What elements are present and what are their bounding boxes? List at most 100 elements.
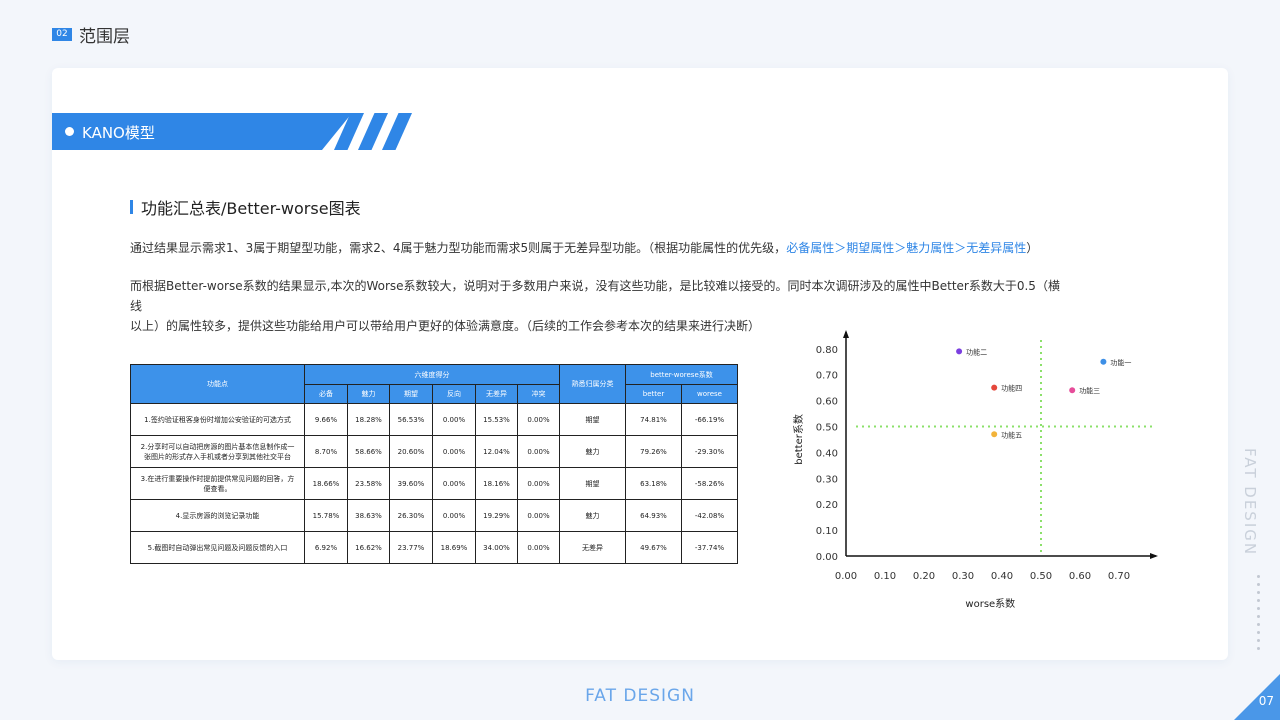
point-label: 功能五 bbox=[1001, 430, 1022, 439]
data-point bbox=[991, 384, 998, 391]
summary-paragraph-1: 通过结果显示需求1、3属于期望型功能，需求2、4属于魅力型功能而需求5则属于无差… bbox=[130, 238, 1060, 258]
cell-better: 64.93% bbox=[625, 499, 682, 532]
kano-banner: KANO模型 bbox=[52, 113, 412, 150]
cell-feature: 5.截图时自动弹出常见问题及问题反馈的入口 bbox=[130, 531, 305, 564]
y-tick-label: 0.70 bbox=[816, 371, 838, 382]
cell-worse: -66.19% bbox=[681, 403, 738, 436]
data-point bbox=[1100, 358, 1107, 365]
cell-better: 74.81% bbox=[625, 403, 682, 436]
y-tick-label: 0.80 bbox=[816, 345, 838, 356]
table-row: 3.在进行重要操作时提前提供常见问题的回答，方便查看。 18.66% 23.58… bbox=[130, 467, 738, 500]
cell-value: 0.00% bbox=[432, 435, 476, 468]
cell-worse: -37.74% bbox=[681, 531, 738, 564]
y-tick-label: 0.30 bbox=[816, 474, 838, 485]
data-point bbox=[956, 348, 963, 355]
cell-value: 0.00% bbox=[517, 467, 560, 500]
y-tick-label: 0.60 bbox=[816, 397, 838, 408]
header-worse: worese bbox=[681, 384, 738, 404]
priority-highlight: 必备属性＞期望属性＞魅力属性＞无差异属性 bbox=[786, 241, 1027, 255]
cell-value: 20.60% bbox=[389, 435, 433, 468]
data-point bbox=[1069, 387, 1076, 394]
y-tick-label: 0.40 bbox=[816, 448, 838, 459]
header-better: better bbox=[625, 384, 682, 404]
footer-brand: FAT DESIGN bbox=[585, 686, 695, 706]
x-tick-label: 0.20 bbox=[913, 571, 935, 582]
header-six-dimensions: 六维度得分 bbox=[304, 364, 560, 385]
cell-feature: 3.在进行重要操作时提前提供常见问题的回答，方便查看。 bbox=[130, 467, 305, 500]
cell-feature: 2.分享时可以自动把房源的图片基本信息制作成一张图片的形式存入手机或者分享到其他… bbox=[130, 435, 305, 468]
table-row: 1.签约验证租客身份时增加公安验证的可选方式 9.66% 18.28% 56.5… bbox=[130, 403, 738, 436]
header-dim: 冲突 bbox=[517, 384, 560, 404]
cell-value: 23.58% bbox=[347, 467, 390, 500]
header-feature: 功能点 bbox=[130, 364, 305, 404]
cell-value: 0.00% bbox=[517, 403, 560, 436]
header-dim: 必备 bbox=[304, 384, 348, 404]
y-tick-label: 0.10 bbox=[816, 526, 838, 537]
cell-worse: -29.30% bbox=[681, 435, 738, 468]
cell-class: 魅力 bbox=[559, 499, 626, 532]
cell-value: 18.16% bbox=[475, 467, 518, 500]
cell-value: 0.00% bbox=[432, 467, 476, 500]
cell-value: 39.60% bbox=[389, 467, 433, 500]
cell-value: 0.00% bbox=[517, 499, 560, 532]
para1-close: ） bbox=[1026, 241, 1039, 255]
point-label: 功能四 bbox=[1001, 384, 1022, 393]
side-brand-text: FAT DESIGN bbox=[1241, 448, 1259, 557]
cell-value: 19.29% bbox=[475, 499, 518, 532]
data-point bbox=[991, 431, 998, 438]
cell-worse: -58.26% bbox=[681, 467, 738, 500]
table-row: 2.分享时可以自动把房源的图片基本信息制作成一张图片的形式存入手机或者分享到其他… bbox=[130, 435, 738, 468]
title-marker bbox=[130, 200, 133, 214]
cell-value: 18.66% bbox=[304, 467, 348, 500]
section-number-badge: 02 bbox=[52, 28, 72, 41]
x-tick-label: 0.10 bbox=[874, 571, 896, 582]
cell-worse: -42.08% bbox=[681, 499, 738, 532]
cell-value: 58.66% bbox=[347, 435, 390, 468]
x-tick-label: 0.40 bbox=[991, 571, 1013, 582]
cell-value: 15.53% bbox=[475, 403, 518, 436]
cell-class: 期望 bbox=[559, 467, 626, 500]
x-tick-label: 0.60 bbox=[1069, 571, 1091, 582]
header-dim: 期望 bbox=[389, 384, 433, 404]
y-tick-label: 0.20 bbox=[816, 500, 838, 511]
banner-title: KANO模型 bbox=[82, 124, 155, 142]
kano-summary-table: 功能点 六维度得分 熟悉归属分类 better-worese系数 必备 魅力 期… bbox=[130, 364, 738, 564]
header-dim: 反向 bbox=[432, 384, 476, 404]
y-tick-label: 0.00 bbox=[816, 552, 838, 563]
header-dim: 无差异 bbox=[475, 384, 518, 404]
table-row: 4.显示房源的浏览记录功能 15.78% 38.63% 26.30% 0.00%… bbox=[130, 499, 738, 532]
bullet-dot-icon bbox=[65, 127, 74, 136]
cell-better: 63.18% bbox=[625, 467, 682, 500]
page-header: 02 范围层 bbox=[52, 22, 130, 47]
para1-text: 通过结果显示需求1、3属于期望型功能，需求2、4属于魅力型功能而需求5则属于无差… bbox=[130, 241, 787, 255]
x-tick-label: 0.00 bbox=[835, 571, 857, 582]
cell-better: 49.67% bbox=[625, 531, 682, 564]
cell-value: 34.00% bbox=[475, 531, 518, 564]
cell-feature: 1.签约验证租客身份时增加公安验证的可选方式 bbox=[130, 403, 305, 436]
table-row: 5.截图时自动弹出常见问题及问题反馈的入口 6.92% 16.62% 23.77… bbox=[130, 531, 738, 564]
y-tick-label: 0.50 bbox=[816, 423, 838, 434]
cell-class: 无差异 bbox=[559, 531, 626, 564]
cell-value: 0.00% bbox=[517, 435, 560, 468]
cell-value: 12.04% bbox=[475, 435, 518, 468]
cell-value: 26.30% bbox=[389, 499, 433, 532]
side-dots-decoration bbox=[1257, 575, 1260, 655]
cell-value: 15.78% bbox=[304, 499, 348, 532]
cell-value: 18.28% bbox=[347, 403, 390, 436]
banner-stripe bbox=[382, 113, 412, 150]
cell-value: 0.00% bbox=[517, 531, 560, 564]
cell-value: 8.70% bbox=[304, 435, 348, 468]
content-card: KANO模型 功能汇总表/Better-worse图表 通过结果显示需求1、3属… bbox=[52, 68, 1228, 660]
x-axis-arrow-icon bbox=[1150, 553, 1158, 559]
page-number: 07 bbox=[1258, 694, 1274, 708]
better-worse-scatter-chart: 0.00 0.10 0.20 0.30 0.40 0.50 0.60 0.70 0.80 0.00… bbox=[792, 330, 1158, 610]
point-label: 功能二 bbox=[966, 347, 987, 356]
x-tick-label: 0.50 bbox=[1030, 571, 1052, 582]
point-label: 功能一 bbox=[1110, 358, 1131, 367]
cell-value: 23.77% bbox=[389, 531, 433, 564]
para2-line1: 而根据Better-worse系数的结果显示,本次的Worse系数较大，说明对于… bbox=[130, 279, 1060, 313]
y-axis-label: better系数 bbox=[792, 414, 805, 465]
x-axis-label: worse系数 bbox=[965, 597, 1015, 610]
cell-value: 9.66% bbox=[304, 403, 348, 436]
y-axis-arrow-icon bbox=[843, 330, 849, 338]
